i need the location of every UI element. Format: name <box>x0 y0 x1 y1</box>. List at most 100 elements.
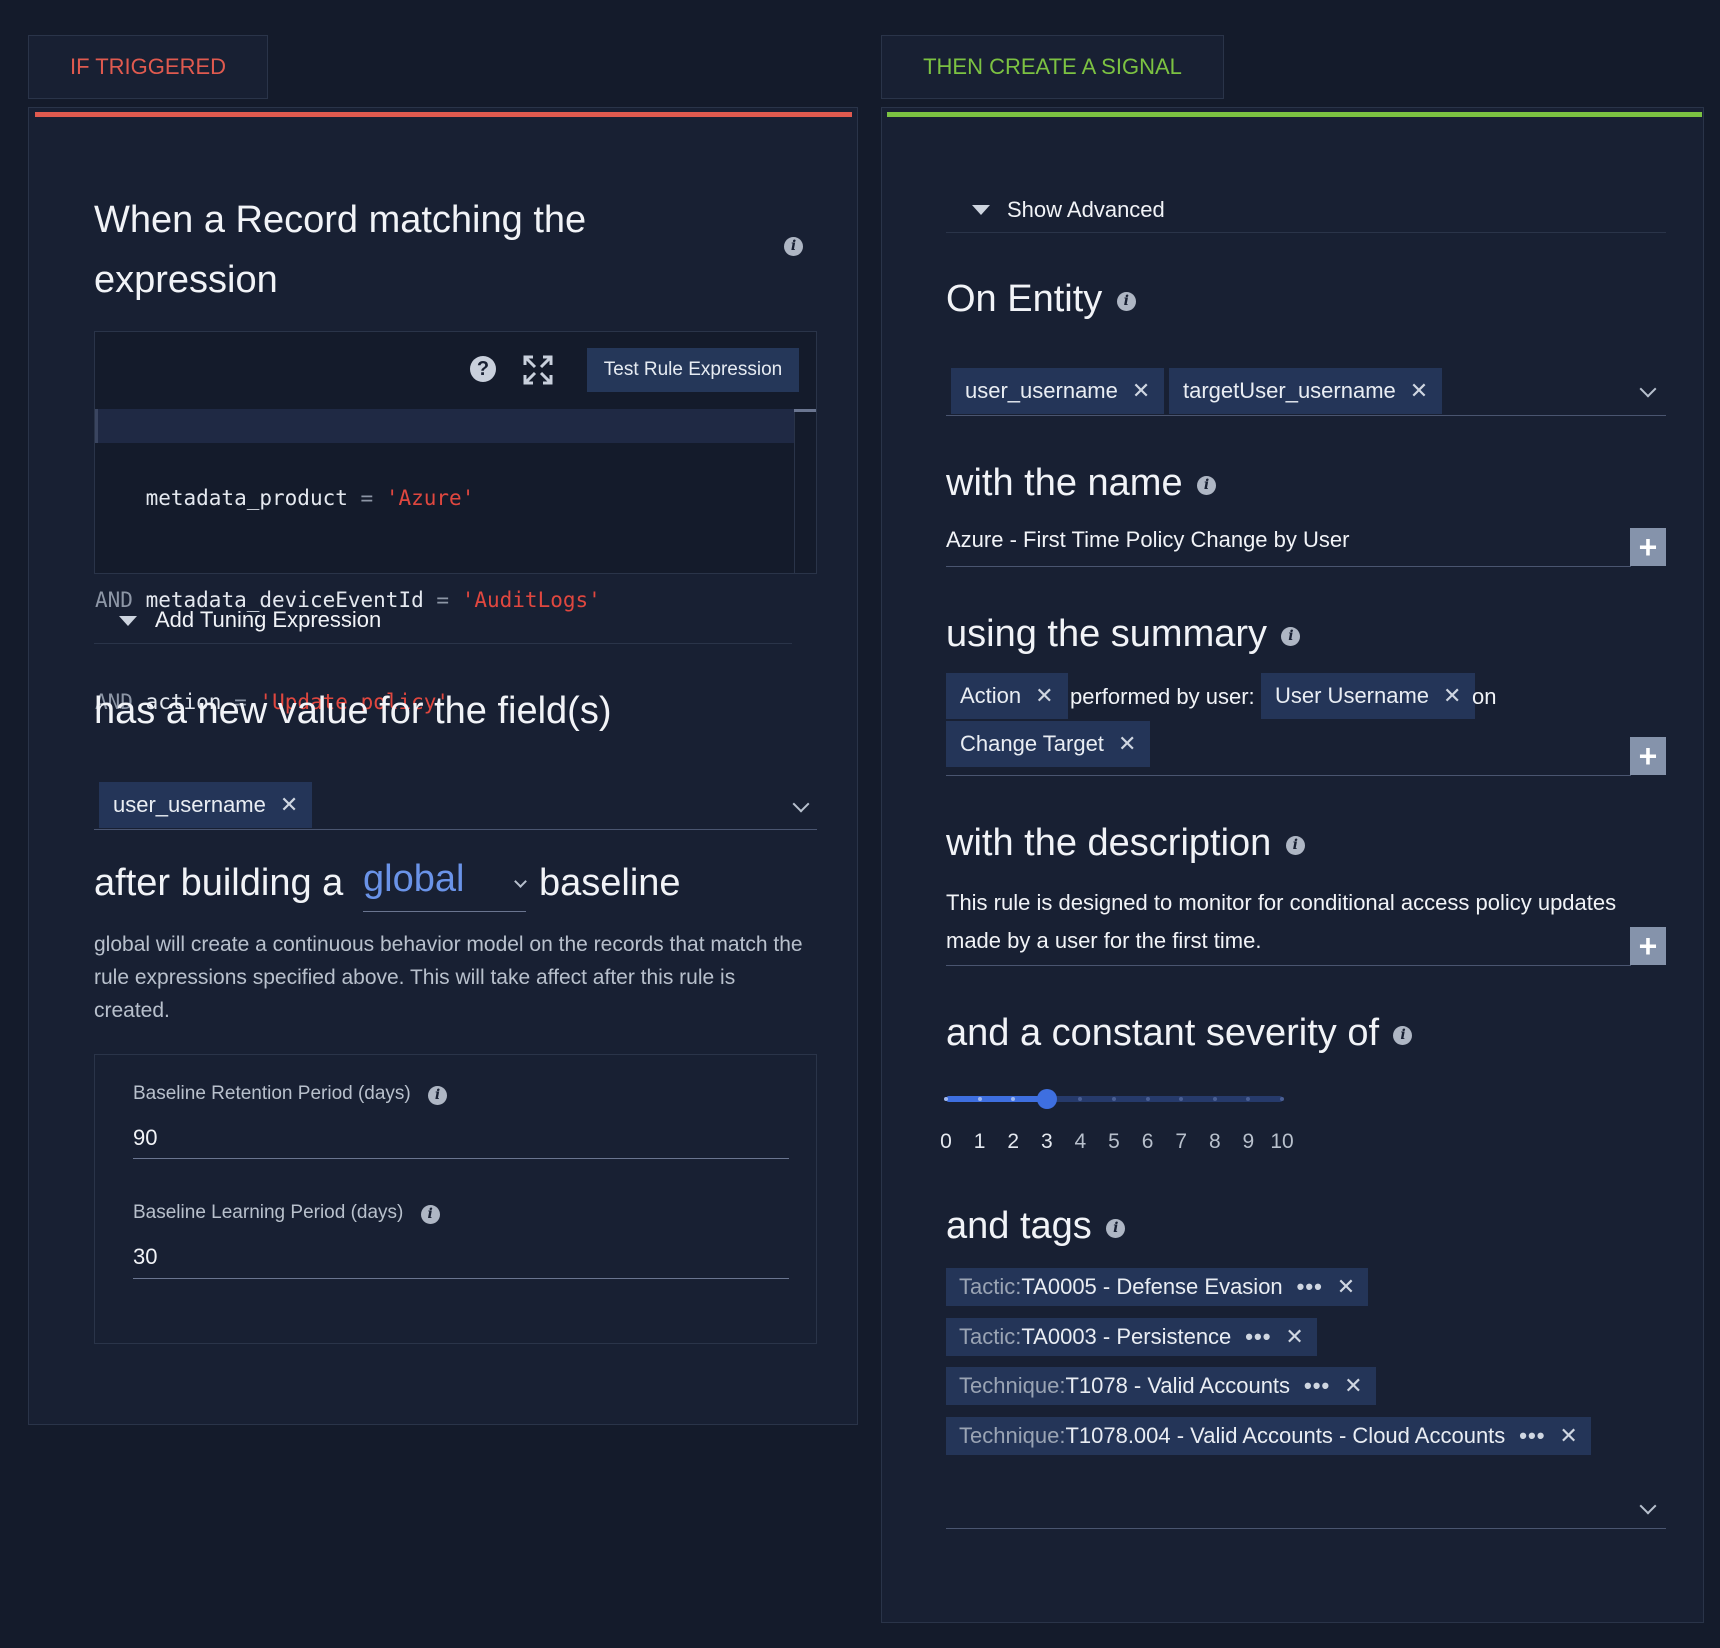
tag-chip[interactable]: Technique : T1078.004 - Valid Accounts -… <box>946 1417 1591 1455</box>
remove-icon[interactable]: ✕ <box>1337 1274 1355 1300</box>
add-tuning-expression-toggle[interactable]: Add Tuning Expression <box>155 607 381 633</box>
baseline-prefix: after building a <box>94 862 344 904</box>
more-icon[interactable]: ••• <box>1519 1423 1545 1449</box>
severity-tick-label[interactable]: 6 <box>1142 1130 1154 1154</box>
tag-chip[interactable]: Technique : T1078 - Valid Accounts ••• ✕ <box>946 1367 1376 1405</box>
more-icon[interactable]: ••• <box>1304 1373 1330 1399</box>
baseline-select-underline <box>363 911 526 912</box>
summary-text: performed by user: <box>1070 684 1255 709</box>
description-underline <box>946 965 1631 966</box>
editor-scrollbar[interactable] <box>794 409 816 412</box>
tag-value: TA0003 - Persistence <box>1021 1324 1232 1349</box>
baseline-description: global will create a continuous behavior… <box>94 933 803 1022</box>
severity-tick-label[interactable]: 4 <box>1075 1130 1087 1154</box>
info-icon[interactable]: i <box>1285 836 1305 855</box>
info-icon[interactable]: i <box>1116 292 1136 311</box>
summary-heading: using the summary <box>946 613 1268 655</box>
on-entity-heading: On Entity <box>946 278 1103 320</box>
caret-down-icon[interactable] <box>972 205 990 215</box>
caret-down-icon[interactable] <box>119 616 137 626</box>
learning-input[interactable]: 30 <box>133 1244 157 1270</box>
code-operator: = <box>360 486 374 510</box>
remove-icon[interactable]: ✕ <box>1344 1373 1362 1399</box>
summary-chip[interactable]: Change Target ✕ <box>946 721 1151 767</box>
severity-tick-label[interactable]: 10 <box>1270 1130 1293 1154</box>
slider-step-dot <box>1212 1097 1217 1101</box>
summary-chip[interactable]: Action ✕ <box>946 673 1068 719</box>
slider-step-dot <box>944 1097 948 1101</box>
slider-step-dot <box>1145 1097 1150 1101</box>
severity-tick-label[interactable]: 5 <box>1108 1130 1120 1154</box>
on-entity-heading-row: On Entity i <box>946 278 1136 321</box>
tags-select-underline <box>946 1528 1666 1529</box>
retention-label: Baseline Retention Period (days) i <box>133 1083 448 1105</box>
add-field-button[interactable]: + <box>1630 927 1666 965</box>
add-field-button[interactable]: + <box>1630 737 1666 775</box>
heading-line: expression <box>94 259 278 301</box>
label-text: Baseline Learning Period (days) <box>133 1202 404 1223</box>
info-icon[interactable]: i <box>428 1086 448 1105</box>
severity-tick-label[interactable]: 3 <box>1041 1130 1053 1154</box>
tab-then-create-signal[interactable]: THEN CREATE A SIGNAL <box>881 35 1224 99</box>
severity-tick-label[interactable]: 8 <box>1209 1130 1221 1154</box>
slider-step-dot <box>1280 1097 1284 1101</box>
severity-tick-label[interactable]: 9 <box>1243 1130 1255 1154</box>
severity-tick-label[interactable]: 7 <box>1175 1130 1187 1154</box>
severity-tick-label[interactable]: 0 <box>940 1130 952 1154</box>
remove-icon[interactable]: ✕ <box>280 792 298 818</box>
more-icon[interactable]: ••• <box>1297 1274 1323 1300</box>
severity-tick-label[interactable]: 2 <box>1007 1130 1019 1154</box>
more-icon[interactable]: ••• <box>1245 1324 1271 1350</box>
info-icon[interactable]: i <box>1281 627 1301 646</box>
tab-if-triggered[interactable]: IF TRIGGERED <box>28 35 268 99</box>
tag-chip[interactable]: Tactic : TA0003 - Persistence ••• ✕ <box>946 1318 1317 1356</box>
severity-tick-label[interactable]: 1 <box>974 1130 986 1154</box>
entity-chip[interactable]: targetUser_username ✕ <box>1169 368 1443 414</box>
chip-label: user_username <box>113 792 266 817</box>
add-field-button[interactable]: + <box>1630 528 1666 566</box>
severity-slider-thumb[interactable] <box>1036 1089 1057 1109</box>
tag-chip[interactable]: Tactic : TA0005 - Defense Evasion ••• ✕ <box>946 1268 1369 1306</box>
code-field: metadata_product <box>145 486 348 510</box>
expression-heading: When a Record matching the expression <box>94 190 586 310</box>
info-icon[interactable]: i <box>1197 476 1217 495</box>
info-icon[interactable]: i <box>1106 1219 1126 1238</box>
summary-chip[interactable]: User Username ✕ <box>1261 673 1476 719</box>
test-rule-expression-button[interactable]: Test Rule Expression <box>587 348 799 392</box>
with-name-heading-row: with the name i <box>946 462 1217 505</box>
description-heading: with the description <box>946 822 1272 864</box>
slider-step-dot <box>977 1097 982 1101</box>
divider <box>946 232 1666 233</box>
remove-icon[interactable]: ✕ <box>1118 731 1136 757</box>
remove-icon[interactable]: ✕ <box>1035 683 1053 709</box>
summary-underline <box>946 775 1631 776</box>
code-operator: = <box>436 588 450 612</box>
info-icon[interactable]: i <box>784 237 803 256</box>
retention-input[interactable]: 90 <box>133 1125 157 1151</box>
severity-heading: and a constant severity of <box>946 1012 1380 1054</box>
divider <box>94 643 792 644</box>
tag-value: T1078.004 - Valid Accounts - Cloud Accou… <box>1065 1423 1506 1448</box>
show-advanced-toggle[interactable]: Show Advanced <box>1007 197 1165 223</box>
help-icon[interactable]: ? <box>470 356 496 382</box>
info-icon[interactable]: i <box>1393 1026 1413 1045</box>
field-chip[interactable]: user_username ✕ <box>99 782 313 828</box>
name-underline <box>946 566 1631 567</box>
baseline-suffix: baseline <box>539 862 681 904</box>
heading-line: When a Record matching the <box>94 199 587 241</box>
remove-icon[interactable]: ✕ <box>1443 683 1461 709</box>
tag-key: Technique <box>959 1423 1060 1448</box>
remove-icon[interactable]: ✕ <box>1132 378 1150 404</box>
remove-icon[interactable]: ✕ <box>1559 1423 1577 1449</box>
baseline-select[interactable]: global <box>363 858 464 901</box>
learning-label: Baseline Learning Period (days) i <box>133 1202 440 1224</box>
info-icon[interactable]: i <box>420 1205 440 1224</box>
description-input[interactable]: This rule is designed to monitor for con… <box>946 884 1626 960</box>
signal-name-input[interactable]: Azure - First Time Policy Change by User <box>946 527 1349 553</box>
expand-icon[interactable] <box>523 355 553 385</box>
remove-icon[interactable]: ✕ <box>1410 378 1428 404</box>
entity-chip[interactable]: user_username ✕ <box>951 368 1165 414</box>
tag-value: TA0005 - Defense Evasion <box>1021 1274 1283 1299</box>
remove-icon[interactable]: ✕ <box>1285 1324 1303 1350</box>
label-text: Baseline Retention Period (days) <box>133 1083 411 1104</box>
